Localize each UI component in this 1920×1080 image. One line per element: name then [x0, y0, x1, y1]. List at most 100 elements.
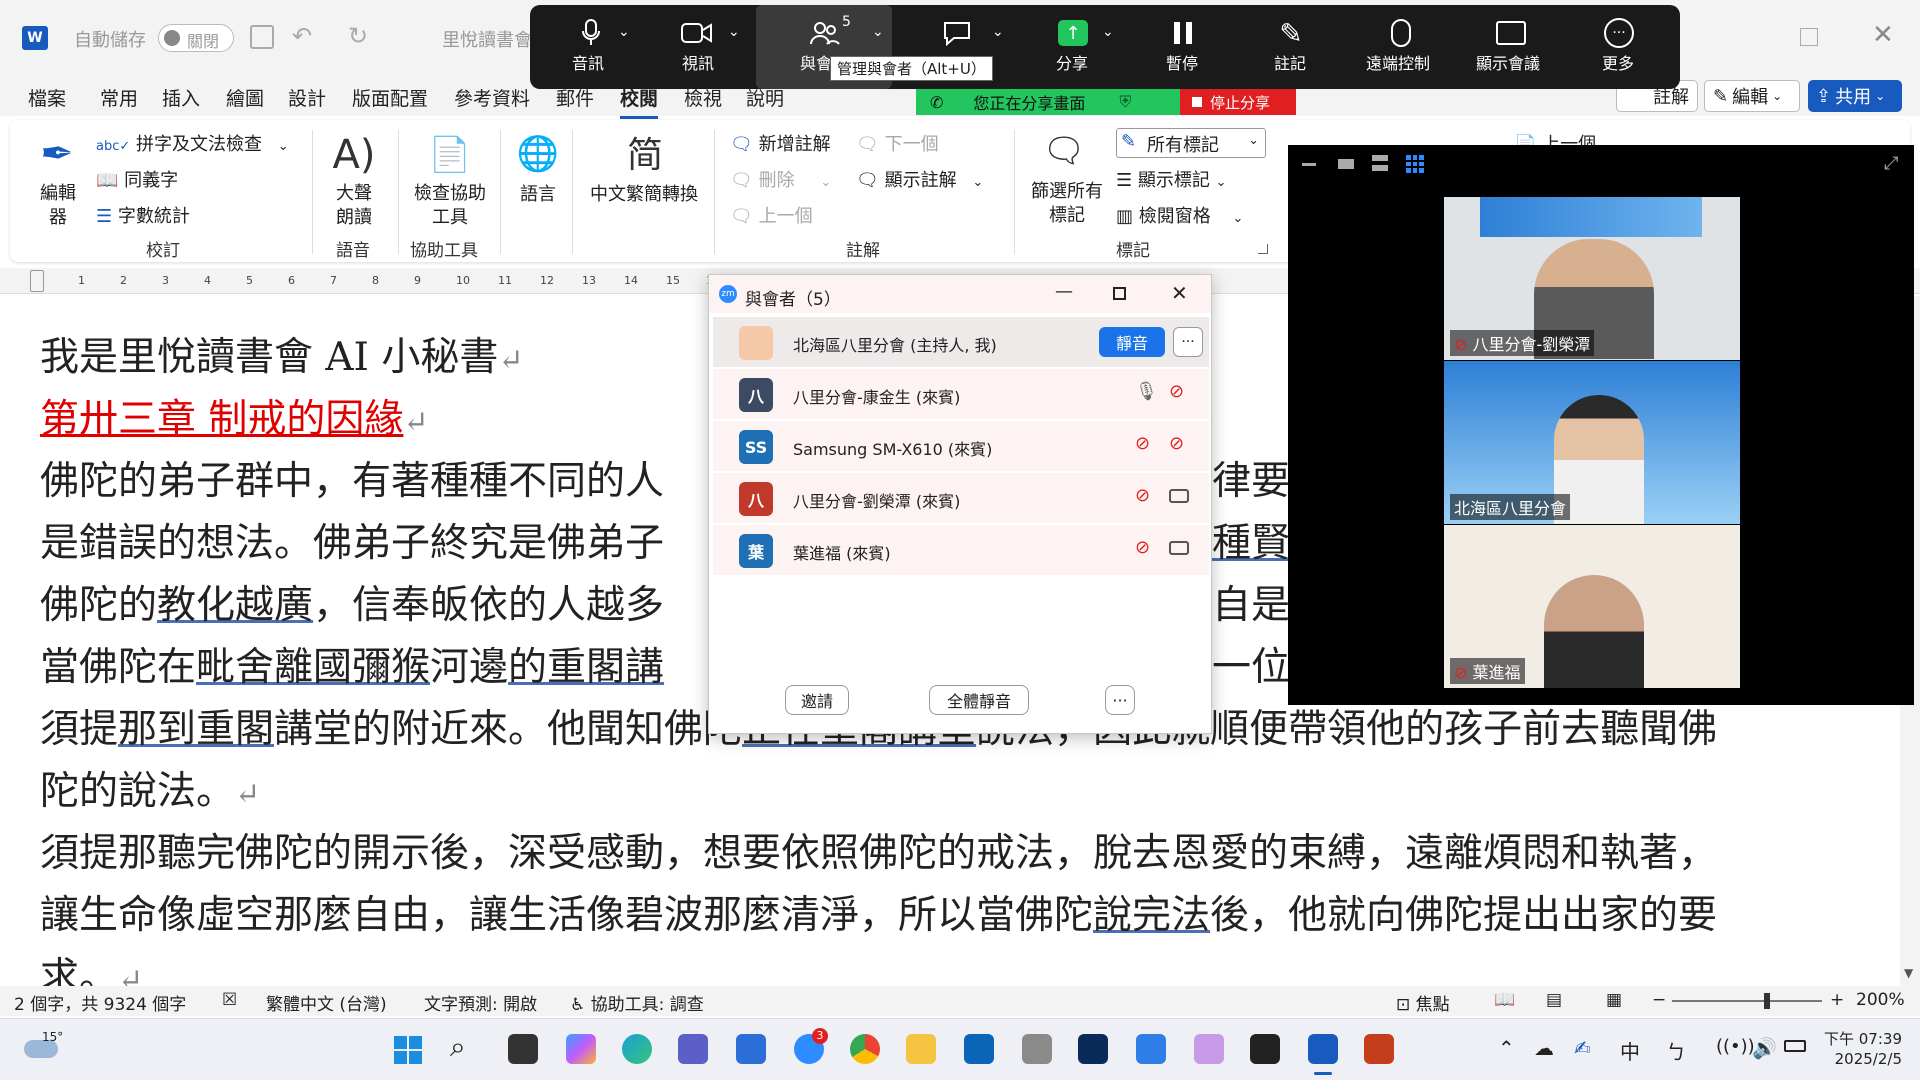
- wifi-icon[interactable]: ((•)): [1716, 1036, 1755, 1057]
- reviewing-pane-button[interactable]: ▥ 檢閱窗格 ⌄: [1116, 202, 1243, 228]
- copilot-icon[interactable]: [566, 1034, 596, 1064]
- tab-layout[interactable]: 版面配置: [352, 84, 428, 111]
- file-explorer-icon[interactable]: [906, 1034, 936, 1064]
- cloud-sync-icon[interactable]: ☁: [1534, 1036, 1554, 1060]
- participants-icon[interactable]: [808, 18, 842, 48]
- zoom-out-icon[interactable]: −: [1652, 990, 1666, 1010]
- tab-references[interactable]: 參考資料: [454, 84, 530, 111]
- filter-markup-button[interactable]: 篩選所有標記: [1026, 180, 1108, 228]
- edit-mode-button[interactable]: ✎ 編輯 ⌄: [1704, 80, 1800, 112]
- participant-row[interactable]: 八 八里分會-劉榮潭 (來賓) ⊘: [713, 473, 1209, 523]
- close-icon[interactable]: ✕: [1171, 281, 1188, 305]
- outlook-icon[interactable]: [964, 1034, 994, 1064]
- participant-row-host[interactable]: 北海區八里分會 (主持人, 我) 靜音 ···: [713, 317, 1209, 367]
- show-meeting-icon[interactable]: [1494, 18, 1528, 48]
- remote-control-label[interactable]: 遠端控制: [1366, 50, 1430, 74]
- video-tile[interactable]: ⊘ 葉進福: [1444, 525, 1740, 688]
- share-button[interactable]: ⇪ 共用 ⌄: [1808, 80, 1902, 112]
- task-view-icon[interactable]: [508, 1034, 538, 1064]
- printer-icon[interactable]: [1022, 1034, 1052, 1064]
- print-layout-icon[interactable]: ▤: [1546, 990, 1562, 1010]
- zoom-in-icon[interactable]: +: [1830, 990, 1844, 1010]
- minimize-video-icon[interactable]: [1302, 163, 1316, 166]
- show-meeting-label[interactable]: 顯示會議: [1476, 50, 1540, 74]
- chinese-conversion-button[interactable]: 中文繁簡轉換: [590, 180, 698, 206]
- markup-display-select[interactable]: ✎ 所有標記 ⌄: [1116, 128, 1266, 158]
- share-options-chevron-icon[interactable]: ⌄: [1102, 24, 1114, 40]
- previous-comment-button[interactable]: 🗨 上一個: [730, 202, 813, 228]
- redo-icon[interactable]: ↻: [348, 22, 368, 50]
- mute-all-button[interactable]: 全體靜音: [929, 685, 1029, 715]
- video-tile[interactable]: 北海區八里分會: [1444, 361, 1740, 524]
- tab-home[interactable]: 常用: [100, 84, 138, 111]
- editor-button[interactable]: 編輯器: [38, 182, 78, 230]
- accessibility-check-icon[interactable]: 📄: [426, 130, 474, 180]
- restore-icon[interactable]: [1800, 28, 1818, 46]
- more-icon[interactable]: ···: [1602, 18, 1636, 48]
- show-markup-button[interactable]: ☰ 顯示標記 ⌄: [1116, 166, 1227, 192]
- tab-insert[interactable]: 插入: [162, 84, 200, 111]
- participant-row[interactable]: SS Samsung SM-X610 (來賓) ⊘ ⊘: [713, 421, 1209, 471]
- audio-label[interactable]: 音訊: [572, 50, 604, 74]
- tab-file[interactable]: 檔案: [28, 84, 66, 111]
- ruler-tab-selector[interactable]: [30, 270, 44, 292]
- video-options-chevron-icon[interactable]: ⌄: [728, 24, 740, 40]
- accessibility-button[interactable]: 檢查協助工具: [408, 182, 492, 230]
- snipping-tool-icon[interactable]: [1194, 1034, 1224, 1064]
- delete-comment-button[interactable]: 🗨 刪除 ⌄: [730, 166, 831, 192]
- word-count-button[interactable]: ☰ 字數統計: [96, 202, 190, 228]
- participants-options-chevron-icon[interactable]: ⌄: [872, 24, 884, 40]
- store-icon[interactable]: [736, 1034, 766, 1064]
- annotate-label[interactable]: 註記: [1274, 50, 1306, 74]
- panel-more-button[interactable]: ···: [1105, 685, 1135, 715]
- language-status[interactable]: 繁體中文 (台灣): [266, 990, 387, 1015]
- remote-control-mouse-icon[interactable]: [1384, 18, 1418, 48]
- speaker-view-icon[interactable]: [1338, 159, 1354, 169]
- weather-temperature[interactable]: 15°: [42, 1030, 63, 1044]
- thesaurus-button[interactable]: 📖 同義字: [96, 166, 178, 192]
- language-button[interactable]: 語言: [520, 180, 556, 206]
- teams-icon[interactable]: [678, 1034, 708, 1064]
- focus-button[interactable]: ⊡ 焦點: [1396, 990, 1450, 1015]
- more-label[interactable]: 更多: [1602, 50, 1634, 74]
- video-label[interactable]: 視訊: [682, 50, 714, 74]
- powerpoint-icon[interactable]: [1364, 1034, 1394, 1064]
- clock-time[interactable]: 下午 07:39: [1820, 1028, 1902, 1049]
- language-icon[interactable]: 🌐: [512, 130, 564, 178]
- edge-icon[interactable]: [622, 1034, 652, 1064]
- todo-icon[interactable]: [1136, 1034, 1166, 1064]
- battery-icon[interactable]: [1784, 1040, 1806, 1052]
- volume-icon[interactable]: 🔊: [1752, 1036, 1777, 1060]
- gallery-view-icon[interactable]: [1406, 155, 1424, 173]
- proofing-status-icon[interactable]: ☒: [222, 990, 237, 1010]
- share-label[interactable]: 分享: [1056, 50, 1088, 74]
- chinese-conversion-icon[interactable]: 简: [620, 128, 670, 176]
- invite-button[interactable]: 邀請: [785, 685, 849, 715]
- save-icon[interactable]: [250, 25, 274, 49]
- disney-icon[interactable]: [1078, 1034, 1108, 1064]
- sticky-notes-icon[interactable]: [1250, 1034, 1280, 1064]
- chrome-icon[interactable]: [850, 1034, 880, 1064]
- search-icon[interactable]: ⌕: [450, 1030, 466, 1064]
- mute-button[interactable]: 靜音: [1099, 327, 1165, 357]
- next-comment-button[interactable]: 🗨 下一個: [856, 130, 939, 156]
- participant-row[interactable]: 葉 葉進福 (來賓) ⊘: [713, 525, 1209, 575]
- stop-share-button[interactable]: 停止分享: [1180, 89, 1296, 115]
- scroll-down-icon[interactable]: ▼: [1904, 966, 1913, 980]
- editor-pen-icon[interactable]: ✒: [30, 130, 84, 178]
- show-hidden-icons-chevron-icon[interactable]: ⌃: [1498, 1036, 1515, 1060]
- ime-language-indicator[interactable]: 中: [1620, 1036, 1640, 1065]
- chat-options-chevron-icon[interactable]: ⌄: [992, 24, 1004, 40]
- participant-more-button[interactable]: ···: [1173, 327, 1203, 357]
- new-comment-button[interactable]: 🗨 新增註解: [730, 130, 831, 156]
- zoom-slider-thumb[interactable]: [1764, 993, 1770, 1009]
- undo-icon[interactable]: ↶: [292, 22, 312, 50]
- zoom-level[interactable]: 200%: [1856, 990, 1905, 1010]
- pause-label[interactable]: 暫停: [1166, 50, 1198, 74]
- video-tile[interactable]: ⊘ 八里分會-劉榮潭: [1444, 197, 1740, 360]
- word-icon[interactable]: W: [22, 26, 48, 50]
- pen-icon[interactable]: ✍: [1574, 1036, 1591, 1060]
- annotate-pencil-icon[interactable]: ✎: [1274, 17, 1308, 50]
- minimize-icon[interactable]: —: [1055, 281, 1073, 302]
- clock-date[interactable]: 2025/2/5: [1820, 1050, 1902, 1068]
